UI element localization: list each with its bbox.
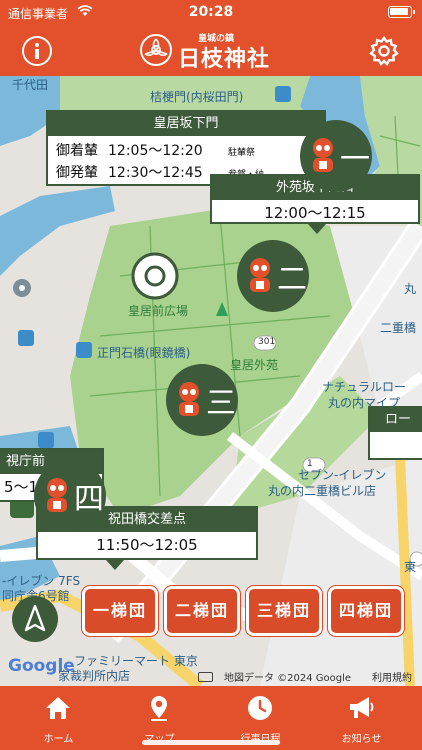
tab-home[interactable]: ホーム <box>6 686 111 750</box>
home-indicator <box>142 740 280 745</box>
map-label-kokyomae: 皇居前広場 <box>128 304 189 318</box>
map-label-chiyoda: 千代田 <box>12 78 49 92</box>
map-label-higashi: 東 <box>404 560 417 574</box>
map-label-maru: 丸 <box>404 282 417 296</box>
troupe-button-4[interactable]: 四梯団 <box>328 586 404 636</box>
map-label-seven1: セブン-イレブン <box>298 468 387 482</box>
map-label-kikyomon: 桔梗門(内桜田門) <box>150 90 244 104</box>
card-time: 12:00〜12:15 <box>264 204 366 222</box>
map-attribution: 地図データ ©2024 Google <box>224 673 352 684</box>
card-pointer <box>106 560 124 570</box>
logo-title: 日枝神社 <box>178 47 271 72</box>
status-bar: 通信事業者 20:28 <box>0 0 422 26</box>
road-label-301: 301 <box>258 337 276 347</box>
schedule-row-arrival: 御着輦 12:05〜12:20 駐輦祭 <box>56 143 256 159</box>
tab-news[interactable]: お知らせ <box>309 686 414 750</box>
troupe-marker-4[interactable]: 四 <box>34 460 106 532</box>
map-label-seimon: 正門石橋(眼鏡橋) <box>97 346 191 360</box>
marker-number: 二 <box>277 262 307 297</box>
status-time: 20:28 <box>188 4 234 20</box>
shrine-emblem-icon <box>140 34 172 66</box>
offscreen-card[interactable]: ロー <box>368 406 422 460</box>
troupe-button-2[interactable]: 二梯団 <box>164 586 240 636</box>
map-pin-icon <box>151 696 167 721</box>
monkey-icon <box>47 478 67 512</box>
terms-link[interactable]: 利用規約 <box>372 669 412 684</box>
troupe-button-3[interactable]: 三梯団 <box>246 586 322 636</box>
settings-gear-icon[interactable] <box>368 35 400 67</box>
map-label-natural1: ナチュラルロー <box>322 380 407 394</box>
info-button[interactable] <box>22 36 52 66</box>
card-title: ロー <box>370 408 422 432</box>
troupe-marker-3[interactable]: 三 <box>166 364 238 436</box>
troupe-marker-2[interactable]: 二 <box>237 240 309 312</box>
card-title: 皇居坂下門 <box>48 112 324 136</box>
marker-number: 一 <box>340 142 370 177</box>
monkey-icon <box>179 382 199 416</box>
info-icon <box>35 43 39 47</box>
troupe-marker-1[interactable]: 一 <box>300 120 372 192</box>
home-icon <box>46 697 70 719</box>
marker-number: 四 <box>74 482 104 517</box>
troupe-selector: 一梯団 二梯団 三梯団 四梯団 <box>70 586 412 648</box>
shrine-logo: 皇城の鎮 日枝神社 <box>140 30 290 72</box>
google-logo: Google <box>8 656 75 676</box>
map-label-seven2: 丸の内二重橋ビル店 <box>268 484 377 498</box>
battery-icon <box>388 6 415 18</box>
map-label-nijubashi: 二重橋 <box>380 321 417 335</box>
keyboard-icon[interactable] <box>198 672 213 682</box>
megaphone-icon <box>350 697 374 718</box>
map-label-gaien: 皇居外苑 <box>230 358 279 372</box>
troupe-button-1[interactable]: 一梯団 <box>82 586 158 636</box>
compass-button[interactable] <box>12 596 58 642</box>
monkey-icon <box>313 138 333 172</box>
marker-number: 三 <box>206 386 236 421</box>
card-time: 11:50〜12:05 <box>96 536 198 554</box>
navigation-arrow-icon <box>24 604 46 632</box>
clock-icon <box>248 696 272 720</box>
card-pointer <box>308 224 326 234</box>
app-header: 皇城の鎮 日枝神社 <box>0 26 422 76</box>
monkey-icon <box>250 258 270 292</box>
